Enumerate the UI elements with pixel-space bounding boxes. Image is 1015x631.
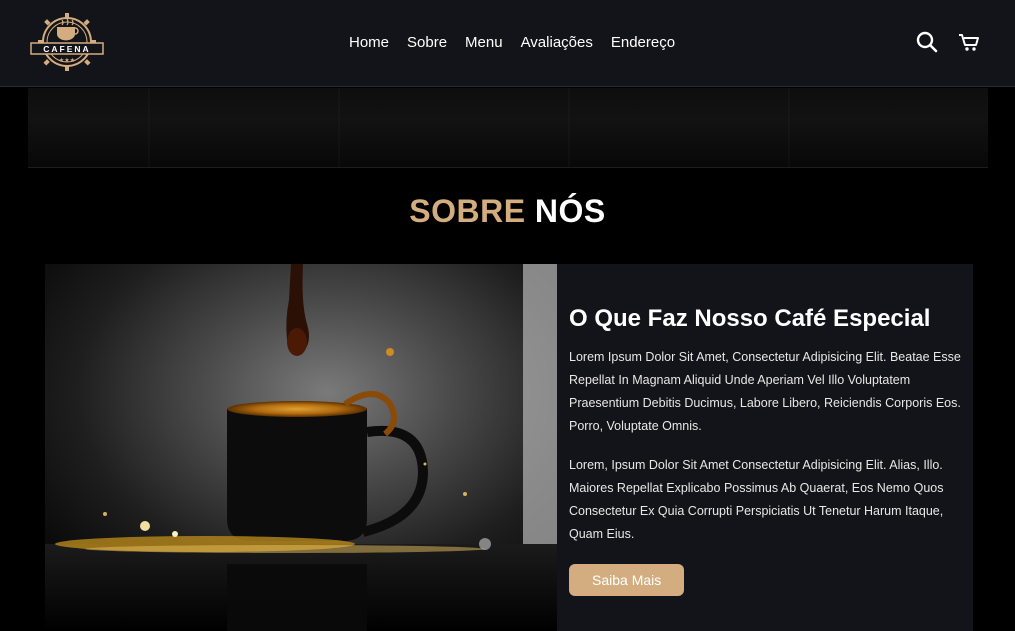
about-paragraph-2: Lorem, Ipsum Dolor Sit Amet Consectetur … [569,458,944,541]
nav-link-home[interactable]: Home [349,33,389,53]
nav-link-endereco[interactable]: Endereço [611,33,675,53]
about-heading: O Que Faz Nosso Café Especial [569,305,931,332]
nav-link-menu[interactable]: Menu [465,33,503,53]
saiba-mais-button[interactable]: Saiba Mais [569,564,685,596]
hero-banner-bottom [28,88,988,168]
search-icon[interactable] [916,31,938,53]
about-content: O Que Faz Nosso Café Especial Lorem Ipsu… [569,304,961,596]
svg-text:★★★: ★★★ [59,57,75,64]
coffee-cup-image [45,264,557,631]
section-title-rest: NÓS [534,193,606,229]
section-title: SOBRE NÓS [0,193,1015,230]
main-nav: Home Sobre Menu Avaliações Endereço [349,33,693,53]
navbar: CAFENA ★★★ Home Sobre Menu Avaliações En… [0,0,1015,87]
section-title-accent: SOBRE [409,193,526,229]
nav-link-sobre[interactable]: Sobre [407,33,447,53]
nav-link-avaliacoes[interactable]: Avaliações [521,33,593,53]
about-paragraph-1: Lorem Ipsum Dolor Sit Amet, Consectetur … [569,350,961,433]
about-card: O Que Faz Nosso Café Especial Lorem Ipsu… [45,264,973,631]
cafena-logo[interactable]: CAFENA ★★★ [28,10,106,74]
svg-text:CAFENA: CAFENA [43,44,90,54]
cart-icon[interactable] [958,31,980,53]
